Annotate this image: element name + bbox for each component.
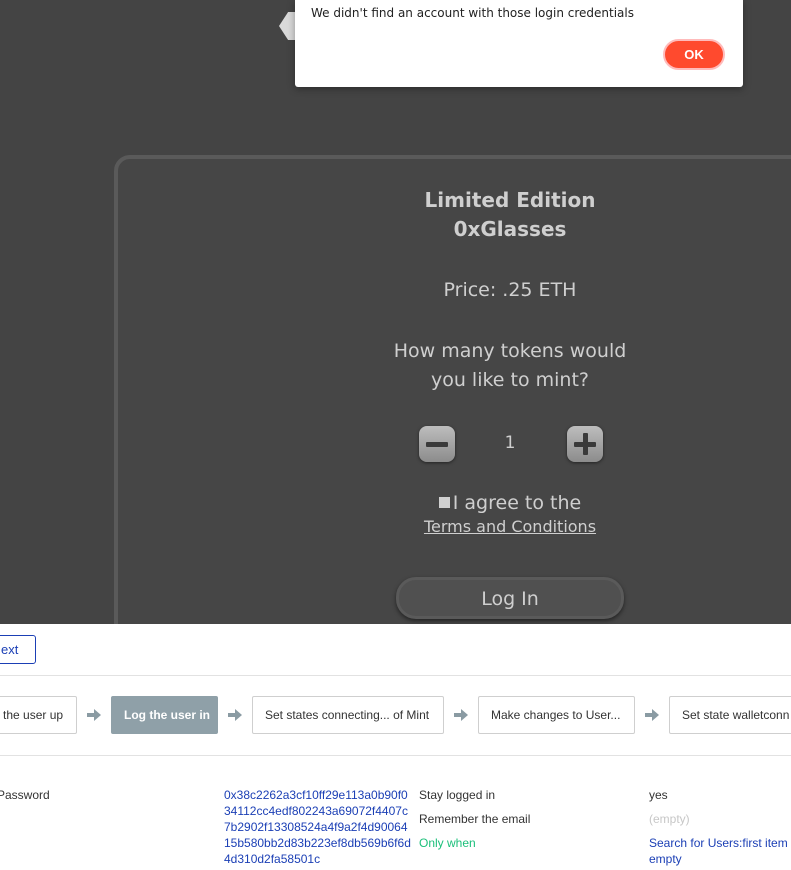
text-button[interactable]: ext xyxy=(0,635,36,664)
only-when-label: Only when xyxy=(419,836,476,850)
remember-email-label: Remember the email xyxy=(419,812,531,826)
stay-logged-in-label: Stay logged in xyxy=(419,788,496,802)
card-title-line1: Limited Edition xyxy=(424,188,596,212)
workflow-editor: ext the user up Log the user in Set stat… xyxy=(0,624,791,870)
workflow-step-make-changes[interactable]: Make changes to User... xyxy=(478,696,635,734)
login-button[interactable]: Log In xyxy=(396,577,624,619)
workflow-step-sign-up[interactable]: the user up xyxy=(0,696,77,734)
quantity-value: 1 xyxy=(504,433,516,453)
plus-icon-vertical xyxy=(583,433,588,455)
arrow-right-icon xyxy=(87,708,101,722)
mint-question: How many tokens would you like to mint? xyxy=(360,337,660,395)
alert-ok-button[interactable]: OK xyxy=(663,39,725,70)
alert-dialog: We didn't find an account with those log… xyxy=(295,0,743,87)
arrow-right-icon xyxy=(228,708,242,722)
terms-link[interactable]: Terms and Conditions xyxy=(380,517,640,536)
workflow-step-set-states[interactable]: Set states connecting... of Mint xyxy=(252,696,444,734)
only-when-value[interactable]: Search for Users:first item empty xyxy=(649,835,791,867)
workflow-step-set-state-wallet[interactable]: Set state walletconn xyxy=(669,696,791,734)
divider xyxy=(0,675,791,676)
agree-row: I agree to the xyxy=(380,492,640,514)
mint-question-line1: How many tokens would xyxy=(393,340,627,362)
mint-question-line2: you like to mint? xyxy=(430,369,590,391)
increment-button[interactable] xyxy=(567,426,603,462)
arrow-right-icon xyxy=(645,708,659,722)
card-title-line2: 0xGlasses xyxy=(453,217,567,241)
decrement-button[interactable] xyxy=(419,426,455,462)
divider xyxy=(0,755,791,756)
price-text: Price: .25 ETH xyxy=(443,279,577,301)
agree-label: I agree to the xyxy=(452,492,582,514)
arrow-right-icon xyxy=(454,708,468,722)
card-title: Limited Edition 0xGlasses xyxy=(410,186,610,244)
password-label: Password xyxy=(0,788,50,802)
agree-checkbox[interactable] xyxy=(438,497,450,508)
password-value[interactable]: 0x38c2262a3cf10ff29e113a0b90f034112cc4ed… xyxy=(224,787,414,867)
stay-logged-in-value[interactable]: yes xyxy=(649,787,668,803)
minus-icon xyxy=(426,442,448,447)
workflow-step-log-in[interactable]: Log the user in xyxy=(111,696,218,734)
app-preview: Limited Edition 0xGlasses Price: .25 ETH… xyxy=(0,0,791,624)
alert-message: We didn't find an account with those log… xyxy=(311,6,634,20)
remember-email-value[interactable]: (empty) xyxy=(649,811,690,827)
